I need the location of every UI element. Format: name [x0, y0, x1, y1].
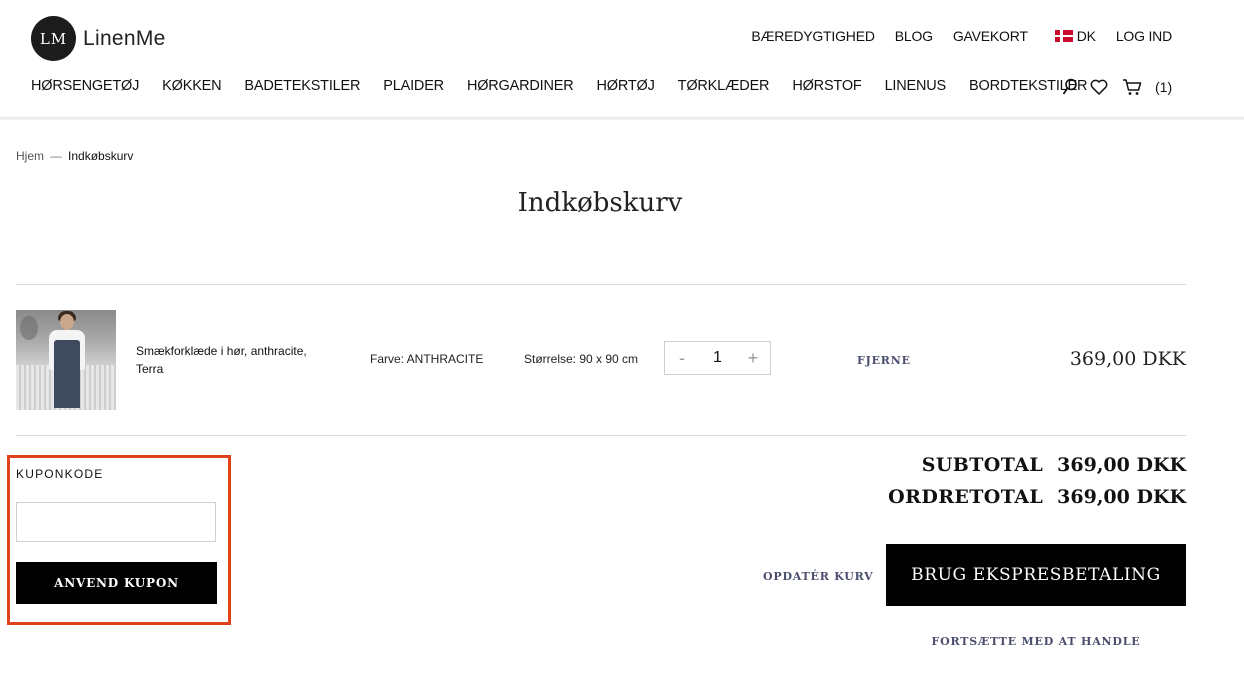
quantity-value[interactable]: 1 — [699, 349, 736, 367]
header-icons: (1) — [1060, 77, 1172, 97]
search-icon[interactable] — [1060, 77, 1080, 97]
cart-count[interactable]: (1) — [1155, 79, 1172, 95]
breadcrumb-separator: — — [50, 149, 63, 163]
page-title: Indkøbskurv — [517, 188, 683, 218]
nav-item-clothing[interactable]: HØRTØJ — [597, 78, 655, 94]
country-label: DK — [1076, 28, 1096, 44]
link-sustainability[interactable]: BÆREDYGTIGHED — [751, 28, 875, 44]
link-login[interactable]: LOG IND — [1116, 28, 1172, 44]
breadcrumb-home[interactable]: Hjem — [16, 149, 44, 163]
product-image[interactable] — [16, 310, 116, 410]
denmark-flag-icon — [1054, 30, 1073, 42]
coupon-label: KUPONKODE — [16, 467, 104, 481]
ordertotal-row: ORDRETOTAL 369,00 DKK — [888, 486, 1186, 508]
update-cart-link[interactable]: OPDATÉR KURV — [763, 570, 874, 583]
remove-item-link[interactable]: FJERNE — [857, 354, 911, 367]
nav-item-bath[interactable]: BADETEKSTILER — [244, 78, 360, 94]
ordertotal-label: ORDRETOTAL — [888, 486, 1044, 508]
nav-item-linenus[interactable]: LINENUS — [885, 78, 947, 94]
logo-text: LinenMe — [83, 26, 166, 50]
product-name[interactable]: Smækforklæde i hør, anthracite, Terra — [136, 342, 326, 378]
link-giftcard[interactable]: GAVEKORT — [953, 28, 1028, 44]
nav-item-bedding[interactable]: HØRSENGETØJ — [31, 78, 139, 94]
breadcrumb: Hjem — Indkøbskurv — [16, 149, 133, 163]
continue-shopping-link[interactable]: FORTSÆTTE MED AT HANDLE — [886, 635, 1186, 648]
quantity-decrease-button[interactable]: - — [665, 348, 699, 369]
cart-top-divider — [16, 284, 1186, 285]
logo-mark: LM — [31, 16, 76, 61]
cart-icon[interactable] — [1122, 77, 1142, 97]
nav-item-kitchen[interactable]: KØKKEN — [162, 78, 221, 94]
order-totals: SUBTOTAL 369,00 DKK ORDRETOTAL 369,00 DK… — [888, 454, 1186, 518]
heart-icon[interactable] — [1089, 77, 1109, 97]
product-color: Farve: ANTHRACITE — [370, 352, 484, 366]
nav-item-towels[interactable]: TØRKLÆDER — [678, 78, 770, 94]
link-blog[interactable]: BLOG — [895, 28, 933, 44]
quantity-increase-button[interactable]: + — [736, 348, 770, 369]
product-size: Størrelse: 90 x 90 cm — [524, 352, 639, 366]
quantity-stepper: - 1 + — [664, 341, 771, 375]
subtotal-label: SUBTOTAL — [921, 454, 1044, 476]
nav-item-curtains[interactable]: HØRGARDINER — [467, 78, 574, 94]
subtotal-value: 369,00 DKK — [1057, 454, 1186, 476]
apply-coupon-button[interactable]: ANVEND KUPON — [16, 562, 217, 604]
ordertotal-value: 369,00 DKK — [1057, 486, 1186, 508]
logo[interactable]: LM LinenMe — [31, 16, 166, 61]
item-price: 369,00 DKK — [1069, 348, 1186, 370]
country-selector[interactable]: DK — [1054, 28, 1096, 44]
main-nav: HØRSENGETØJ KØKKEN BADETEKSTILER PLAIDER… — [31, 78, 1110, 94]
cart-bottom-divider — [16, 435, 1186, 436]
nav-item-throws[interactable]: PLAIDER — [383, 78, 444, 94]
nav-item-fabric[interactable]: HØRSTOF — [792, 78, 861, 94]
header-divider — [0, 117, 1244, 120]
breadcrumb-current: Indkøbskurv — [68, 149, 134, 163]
top-links: BÆREDYGTIGHED BLOG GAVEKORT DK LOG IND — [731, 28, 1172, 44]
coupon-input[interactable] — [16, 502, 216, 542]
subtotal-row: SUBTOTAL 369,00 DKK — [888, 454, 1186, 476]
express-checkout-button[interactable]: BRUG EKSPRESBETALING — [886, 544, 1186, 606]
